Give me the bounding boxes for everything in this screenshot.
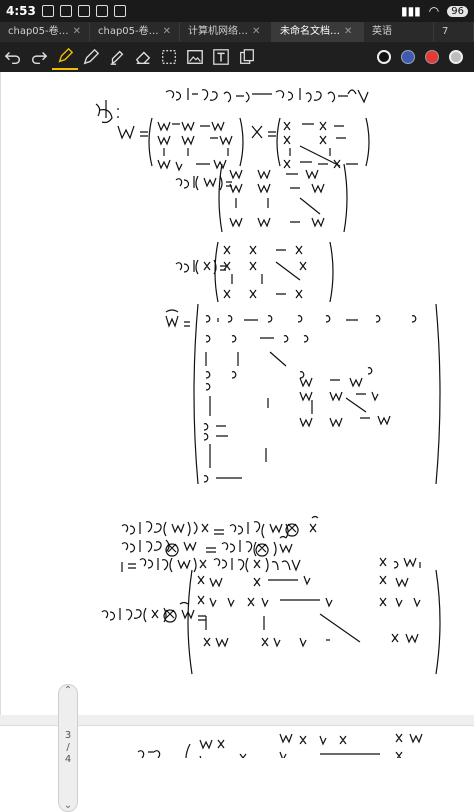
tab-chap05-1[interactable]: chap05-卷… ✕ — [0, 22, 90, 42]
undo-button[interactable] — [0, 44, 26, 70]
page-total: 4 — [64, 754, 72, 765]
color-blue[interactable] — [401, 50, 415, 64]
tab-more[interactable]: 7 — [434, 22, 474, 42]
pen-tool[interactable] — [52, 44, 78, 70]
notification-icon — [41, 5, 54, 17]
app-icon — [59, 5, 72, 17]
crop-icon — [113, 5, 126, 17]
lasso-icon — [162, 50, 176, 64]
chevron-down-icon[interactable]: ⌄ — [64, 800, 72, 811]
chevron-up-icon[interactable]: ⌃ — [64, 685, 72, 696]
redo-icon — [31, 51, 48, 65]
eraser-icon — [135, 51, 151, 64]
status-bar: 4:53 ▮▮▮ ◠ 96 — [0, 0, 474, 22]
page-scrollbar[interactable]: ⌃ 3 / 4 ⌄ — [58, 684, 78, 812]
pencil-icon — [83, 48, 100, 65]
tab-network[interactable]: 计算机网络… ✕ — [180, 22, 272, 42]
close-icon[interactable]: ✕ — [163, 22, 171, 42]
signal-icon: ▮▮▮ — [400, 4, 421, 18]
copy-tool[interactable] — [234, 44, 260, 70]
copy-icon — [240, 49, 254, 64]
tab-chap05-2[interactable]: chap05-卷… ✕ — [90, 22, 180, 42]
toolbar — [0, 42, 474, 72]
pen-icon — [58, 47, 74, 63]
pencil-tool[interactable] — [78, 44, 104, 70]
tab-english[interactable]: 英语 — [364, 22, 434, 42]
battery-icon: 96 — [447, 5, 468, 17]
handwriting-drawing — [95, 88, 441, 758]
tab-bar: chap05-卷… ✕ chap05-卷… ✕ 计算机网络… ✕ 未命名文档… ✕ 英语… — [0, 22, 474, 42]
highlighter-tool[interactable] — [104, 44, 130, 70]
add-icon — [95, 5, 108, 17]
close-icon[interactable]: ✕ — [252, 22, 260, 42]
eraser-tool[interactable] — [130, 44, 156, 70]
undo-icon — [4, 51, 21, 65]
text-tool[interactable] — [208, 44, 234, 70]
status-time: 4:53 — [6, 4, 36, 18]
lasso-tool[interactable] — [156, 44, 182, 70]
bookmark-icon — [77, 5, 90, 17]
image-tool[interactable] — [182, 44, 208, 70]
color-gray[interactable] — [449, 50, 463, 64]
page-current: 3 — [64, 730, 72, 741]
redo-button[interactable] — [26, 44, 52, 70]
image-icon — [187, 50, 203, 64]
note-canvas[interactable]: ⌃ 3 / 4 ⌄ — [0, 72, 474, 812]
close-icon[interactable]: ✕ — [73, 22, 81, 42]
tab-untitled[interactable]: 未命名文档… ✕ — [272, 22, 364, 42]
highlighter-icon — [110, 50, 124, 65]
color-black[interactable] — [377, 50, 391, 64]
text-icon — [213, 49, 229, 65]
close-icon[interactable]: ✕ — [344, 22, 352, 42]
color-red[interactable] — [425, 50, 439, 64]
page-separator-slash: / — [66, 742, 70, 753]
wifi-icon: ◠ — [428, 4, 440, 18]
